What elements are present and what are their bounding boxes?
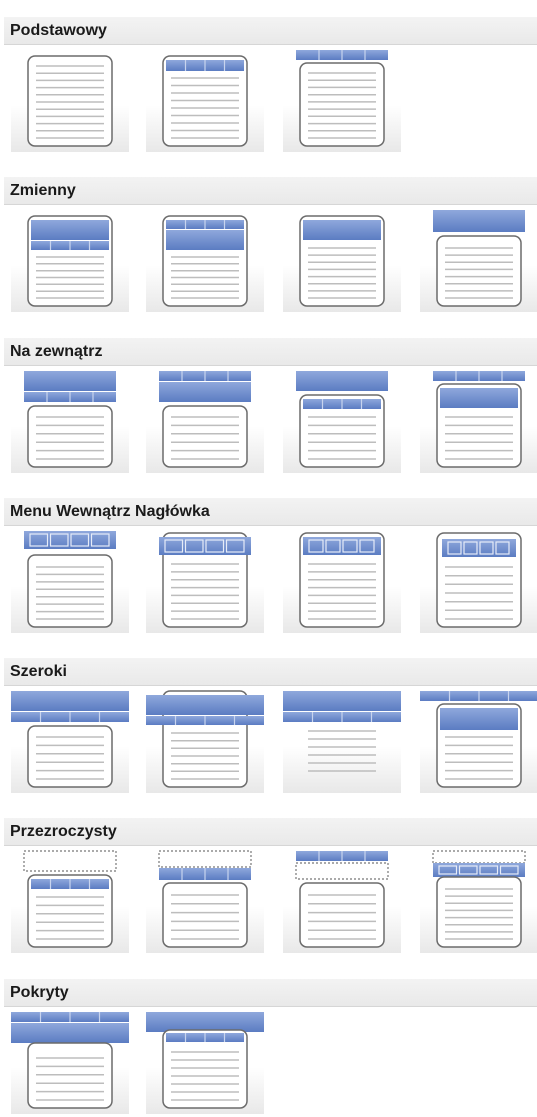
layout-option-menu-header-in[interactable] <box>283 529 401 633</box>
layout-thumbnail-icon <box>295 851 389 948</box>
layout-option-menu-header-mid[interactable] <box>146 529 264 633</box>
layout-thumbnail-icon <box>436 532 522 628</box>
layout-option-out-bar-frame-banner[interactable] <box>420 369 537 473</box>
layout-thumbnail-icon <box>159 532 251 628</box>
layout-option-menu-header-out[interactable] <box>11 529 129 633</box>
layout-option-out-banner-bar[interactable] <box>11 369 129 473</box>
layout-thumbnail-icon <box>23 850 117 948</box>
layout-option-trans-bar-top[interactable] <box>283 849 401 953</box>
layout-thumbnail-icon <box>299 532 385 628</box>
layout-option-covered-bar-banner[interactable] <box>11 1010 129 1114</box>
layout-gallery: Podstawowy Zmienny Na zewnątrz Menu Wewnątr… <box>0 0 537 1117</box>
layout-thumbnail-icon <box>158 850 252 948</box>
layout-thumbnail-icon <box>296 50 388 147</box>
layout-thumbnail-icon <box>11 1012 129 1109</box>
layout-option-bar-banner[interactable] <box>146 208 264 312</box>
layout-option-trans-top[interactable] <box>11 849 129 953</box>
layout-option-menu-header-in-frame[interactable] <box>420 529 537 633</box>
layout-thumbnail-icon <box>146 1012 264 1109</box>
layout-option-covered-banner-bar[interactable] <box>146 1010 264 1114</box>
section-header: Zmienny <box>4 177 537 205</box>
layout-option-wide-bar-banner[interactable] <box>420 689 537 793</box>
layout-thumbnail-icon <box>159 371 251 468</box>
layout-thumbnail-icon <box>433 210 525 307</box>
layout-thumbnail-icon <box>162 215 248 307</box>
layout-option-header-bar-inside[interactable] <box>146 48 264 152</box>
layout-option-bar-above[interactable] <box>283 48 401 152</box>
section-header: Szeroki <box>4 658 537 686</box>
layout-option-banner-bar[interactable] <box>11 208 129 312</box>
layout-thumbnail-icon <box>420 691 537 788</box>
section-header: Podstawowy <box>4 17 537 45</box>
layout-thumbnail-icon <box>27 55 113 147</box>
layout-thumbnail-icon <box>296 371 388 468</box>
layout-option-out-bar-banner[interactable] <box>146 369 264 473</box>
layout-option-trans-top-iconbar[interactable] <box>420 849 537 953</box>
section-header: Przezroczysty <box>4 818 537 846</box>
layout-thumbnail-icon <box>24 371 116 468</box>
layout-option-banner-above-body[interactable] <box>420 208 537 312</box>
layout-thumbnail-icon <box>299 215 385 307</box>
layout-thumbnail-icon <box>24 531 116 628</box>
layout-option-plain[interactable] <box>11 48 129 152</box>
layout-option-banner-only[interactable] <box>283 208 401 312</box>
section-header: Pokryty <box>4 979 537 1007</box>
layout-option-wide-frame-banner[interactable] <box>146 689 264 793</box>
layout-option-wide-flat[interactable] <box>283 689 401 793</box>
layout-thumbnail-icon <box>433 371 525 468</box>
section-header: Menu Wewnątrz Nagłówka <box>4 498 537 526</box>
section-header: Na zewnątrz <box>4 338 537 366</box>
layout-thumbnail-icon <box>11 691 129 788</box>
layout-option-wide-banner-bar[interactable] <box>11 689 129 793</box>
layout-thumbnail-icon <box>146 690 264 788</box>
layout-thumbnail-icon <box>283 691 401 772</box>
layout-option-trans-top-bar[interactable] <box>146 849 264 953</box>
layout-thumbnail-icon <box>27 215 113 307</box>
layout-thumbnail-icon <box>432 850 526 948</box>
layout-thumbnail-icon <box>162 55 248 147</box>
layout-option-out-banner-frame-bar[interactable] <box>283 369 401 473</box>
